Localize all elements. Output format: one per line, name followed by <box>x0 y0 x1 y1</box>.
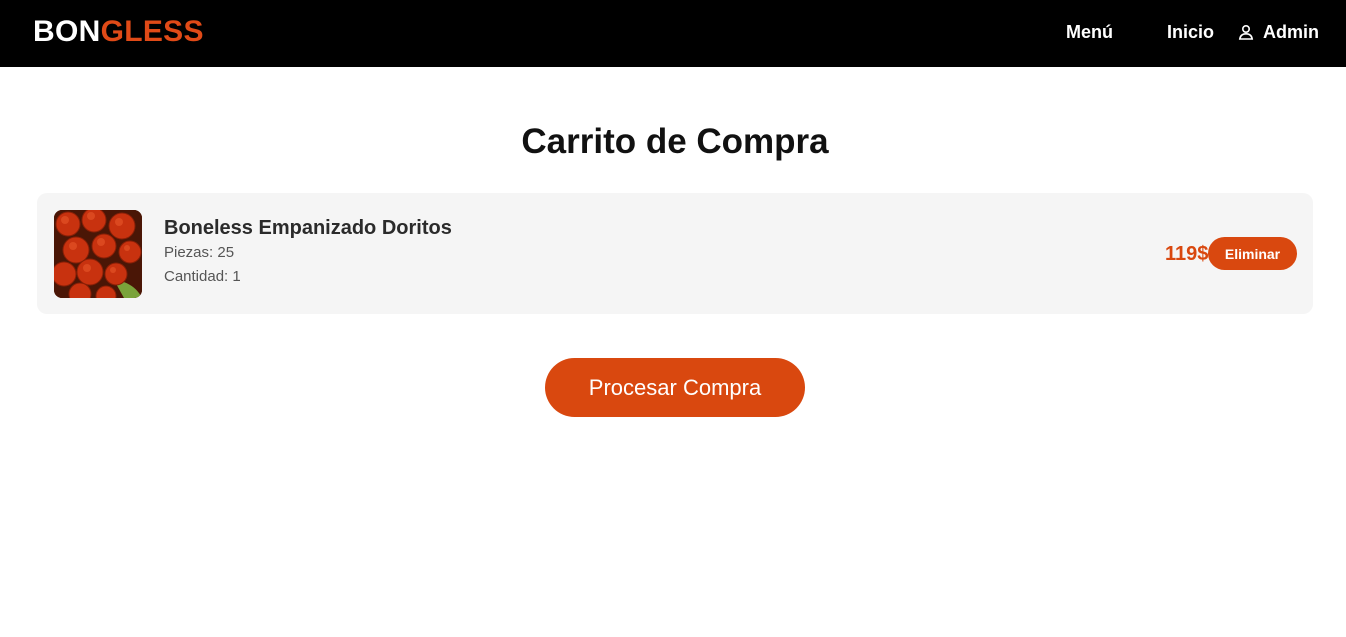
brand-logo-part-2: GLESS <box>100 15 204 48</box>
cart-item: Boneless Empanizado Doritos Piezas: 25 C… <box>37 193 1313 314</box>
product-pieces: Piezas: 25 <box>164 244 235 261</box>
nav-link-admin-label: Admin <box>1263 22 1319 42</box>
user-icon <box>1238 24 1254 40</box>
page-title: Carrito de Compra <box>521 122 829 161</box>
nav-link-menu[interactable]: Menú <box>1066 21 1113 43</box>
brand-logo-part-1: BON <box>33 15 101 48</box>
brand-logo[interactable]: BONGLESS <box>33 15 204 49</box>
process-purchase-button[interactable]: Procesar Compra <box>545 358 805 417</box>
product-image <box>54 210 142 298</box>
nav-link-admin[interactable]: Admin <box>1238 21 1319 43</box>
product-name: Boneless Empanizado Doritos <box>164 217 452 239</box>
product-quantity: Cantidad: 1 <box>164 268 241 285</box>
remove-item-button[interactable]: Eliminar <box>1208 237 1297 270</box>
nav-link-inicio[interactable]: Inicio <box>1167 21 1214 43</box>
product-price: 119$ <box>1165 243 1209 265</box>
top-navbar: BONGLESS Menú Inicio Admin <box>0 0 1346 67</box>
